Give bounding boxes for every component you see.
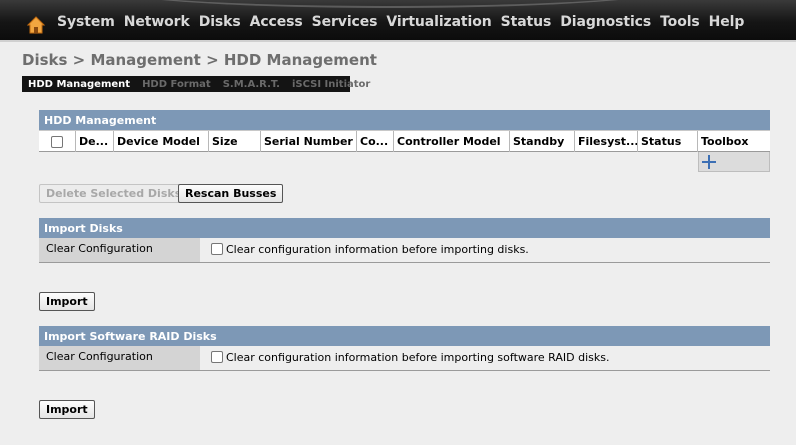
column-controller[interactable]: Co... — [357, 131, 394, 152]
menu-services[interactable]: Services — [312, 14, 378, 30]
select-all-checkbox[interactable] — [51, 136, 63, 148]
tab-smart[interactable]: S.M.A.R.T. — [223, 79, 280, 90]
column-standby[interactable]: Standby — [510, 131, 575, 152]
import-raid-button[interactable]: Import — [39, 400, 95, 419]
import-disks-header: Import Disks — [39, 218, 770, 238]
hdd-management-header: HDD Management — [39, 110, 770, 130]
import-disks-button[interactable]: Import — [39, 292, 95, 311]
tab-hdd-format[interactable]: HDD Format — [142, 79, 211, 90]
menu-tools[interactable]: Tools — [660, 14, 700, 30]
raid-clear-config-text: Clear configuration information before i… — [226, 351, 610, 364]
menu-disks[interactable]: Disks — [199, 14, 241, 30]
rescan-busses-button[interactable]: Rescan Busses — [178, 184, 284, 203]
menu-status[interactable]: Status — [501, 14, 552, 30]
clear-config-checkbox[interactable] — [211, 243, 223, 255]
column-toolbox: Toolbox — [701, 135, 749, 148]
delete-selected-disks-button[interactable]: Delete Selected Disks — [39, 184, 189, 203]
menu-network[interactable]: Network — [124, 14, 190, 30]
import-raid-header: Import Software RAID Disks — [39, 326, 770, 346]
menu-access[interactable]: Access — [250, 14, 303, 30]
column-size[interactable]: Size — [209, 131, 261, 152]
column-controller-model[interactable]: Controller Model — [394, 131, 510, 152]
tab-hdd-management[interactable]: HDD Management — [28, 79, 130, 90]
tab-iscsi-initiator[interactable]: iSCSI Initiator — [292, 79, 370, 90]
tab-bar: HDD Management HDD Format S.M.A.R.T. iSC… — [22, 76, 370, 92]
column-status[interactable]: Status — [638, 131, 698, 152]
raid-clear-config-label: Clear Configuration — [39, 346, 200, 370]
column-device-model[interactable]: Device Model — [114, 131, 209, 152]
import-raid-row: Clear Configuration Clear configuration … — [39, 346, 770, 371]
column-device[interactable]: De... — [76, 131, 114, 152]
top-navbar: System Network Disks Access Services Vir… — [0, 0, 796, 42]
menu-help[interactable]: Help — [709, 14, 745, 30]
add-icon[interactable] — [700, 153, 718, 171]
column-serial-number[interactable]: Serial Number — [261, 131, 357, 152]
navbar-decoration — [110, 0, 670, 8]
breadcrumb: Disks > Management > HDD Management — [22, 51, 377, 69]
menu-virtualization[interactable]: Virtualization — [386, 14, 491, 30]
raid-clear-config-option: Clear configuration information before i… — [211, 351, 609, 364]
toolbox-cell — [698, 152, 770, 172]
disk-table: De... Device Model Size Serial Number Co… — [39, 130, 770, 152]
select-all-column — [39, 131, 76, 152]
column-filesystem[interactable]: Filesyst... — [575, 131, 638, 152]
clear-config-text: Clear configuration information before i… — [226, 243, 529, 256]
menu-system[interactable]: System — [57, 14, 115, 30]
clear-config-label: Clear Configuration — [39, 238, 200, 262]
import-disks-row: Clear Configuration Clear configuration … — [39, 238, 770, 263]
home-icon[interactable] — [27, 16, 45, 34]
menu-diagnostics[interactable]: Diagnostics — [560, 14, 651, 30]
raid-clear-config-checkbox[interactable] — [211, 351, 223, 363]
clear-config-option: Clear configuration information before i… — [211, 243, 529, 256]
main-menu: System Network Disks Access Services Vir… — [57, 14, 753, 30]
